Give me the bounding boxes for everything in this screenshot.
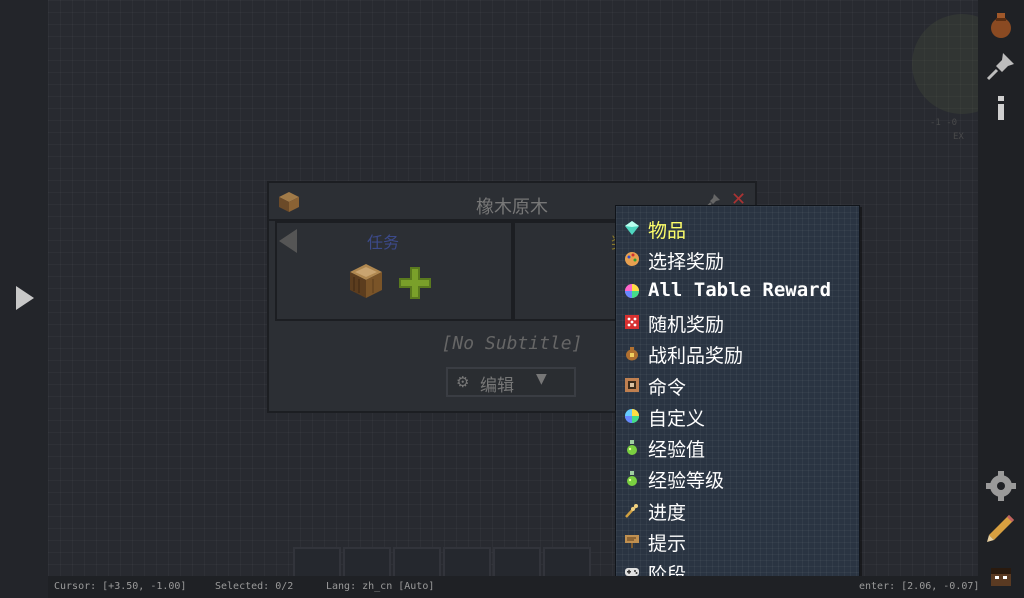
reward-menu-item[interactable]: 随机奖励 xyxy=(622,308,856,336)
back-arrow-icon[interactable] xyxy=(279,229,297,253)
reward-menu-item[interactable]: All Table Reward xyxy=(622,277,856,305)
expand-sidebar-arrow-icon[interactable] xyxy=(16,286,34,310)
settings-gear-icon[interactable] xyxy=(985,470,1017,502)
reward-menu-item[interactable]: 命令 xyxy=(622,371,856,399)
pencil-edit-icon[interactable] xyxy=(985,512,1017,544)
left-sidebar xyxy=(0,0,48,598)
reward-menu-item-label: 提示 xyxy=(648,533,687,555)
reward-menu-item[interactable]: 自定义 xyxy=(622,402,856,430)
right-toolbar xyxy=(978,0,1024,598)
oak-log-item-icon[interactable] xyxy=(349,263,383,299)
add-task-plus-icon[interactable] xyxy=(397,265,433,301)
reward-menu-item[interactable]: 经验值 xyxy=(622,433,856,461)
sign-icon xyxy=(625,535,639,548)
reward-menu-item-label: 物品 xyxy=(648,220,687,242)
diamond-icon xyxy=(625,221,639,235)
tasks-heading: 任务 xyxy=(367,233,400,252)
selection-count: Selected: 0/2 xyxy=(215,581,294,592)
gear-icon: ⚙ xyxy=(456,373,470,391)
player-head-icon[interactable] xyxy=(985,560,1017,592)
reward-menu-item-label: 经验值 xyxy=(648,439,706,462)
command-block-icon xyxy=(625,377,639,392)
reward-menu-item[interactable]: 物品 xyxy=(622,214,856,242)
loot-bag-icon[interactable] xyxy=(985,8,1017,40)
reward-menu-item-label: 随机奖励 xyxy=(648,313,725,336)
palette-icon xyxy=(625,252,639,267)
cursor-position: Cursor: [+3.50, -1.00] xyxy=(54,581,187,592)
center-position: enter: [2.06, -0.07] xyxy=(859,581,980,592)
reward-menu-item[interactable]: 选择奖励 xyxy=(622,245,856,273)
money-bag-icon xyxy=(626,347,638,361)
xp-bottle-icon xyxy=(627,440,637,456)
reward-menu-item[interactable]: 经验等级 xyxy=(622,464,856,492)
reward-type-menu: 物品选择奖励 All Table Reward 随机奖励战利品奖励命令自定义经验值经… xyxy=(615,205,860,590)
reward-menu-item[interactable]: 战利品奖励 xyxy=(622,339,856,367)
info-icon[interactable] xyxy=(985,92,1017,124)
wheat-icon xyxy=(625,503,638,518)
edit-button[interactable]: ⚙ 编辑 ▼ xyxy=(446,367,576,397)
reward-menu-item[interactable]: 提示 xyxy=(622,527,856,555)
reward-menu-item-label: 战利品奖励 xyxy=(648,345,744,368)
edit-label: 编辑 xyxy=(480,376,514,396)
status-bar: Cursor: [+3.50, -1.00] Selected: 0/2 Lan… xyxy=(48,576,980,598)
reward-menu-item-label: 进度 xyxy=(648,501,687,524)
reward-menu-item-label: 经验等级 xyxy=(648,470,725,493)
reward-menu-item-label: All Table Reward xyxy=(648,278,832,301)
reward-menu-item-label: 命令 xyxy=(648,376,687,399)
reward-menu-item-label: 选择奖励 xyxy=(648,251,725,274)
rainbow-orb-icon xyxy=(625,408,639,423)
language-indicator: Lang: zh_cn [Auto] xyxy=(326,581,435,592)
dice-icon xyxy=(625,314,639,329)
reward-menu-item[interactable]: 进度 xyxy=(622,496,856,524)
reward-menu-item-label: 自定义 xyxy=(648,407,706,430)
rainbow-orb-icon xyxy=(625,283,639,298)
filter-icon: ▼ xyxy=(536,371,547,387)
xp-bottle-icon xyxy=(627,471,637,487)
pin-tool-icon[interactable] xyxy=(985,50,1017,82)
